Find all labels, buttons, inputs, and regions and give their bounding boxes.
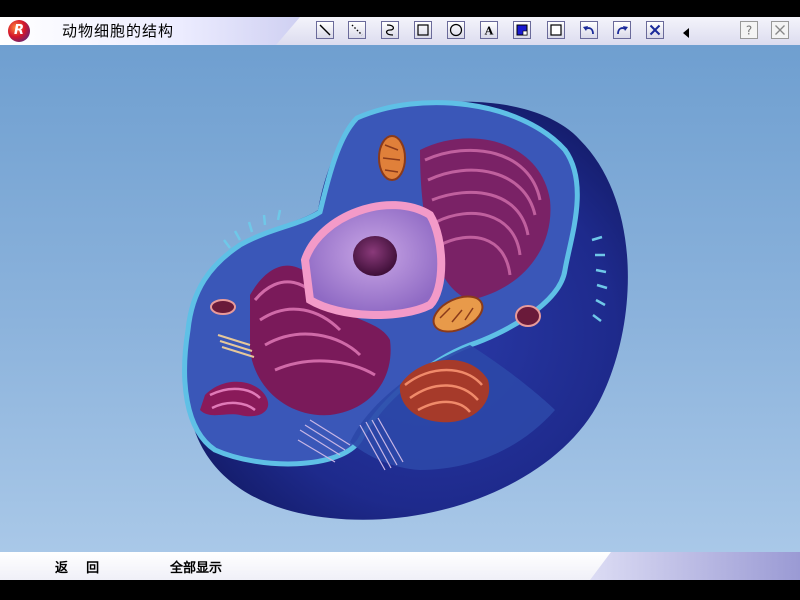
show-all-button[interactable]: 全部显示 — [170, 557, 222, 576]
dotted-line-tool-icon — [351, 24, 363, 36]
fill-color-tool-icon — [516, 24, 528, 36]
logo-letter: R — [13, 23, 24, 38]
freehand-tool-icon — [385, 24, 395, 36]
text-tool-icon: A — [484, 25, 494, 38]
text-tool-button[interactable]: A — [480, 21, 498, 39]
bottom-decoration — [590, 552, 800, 580]
slide-canvas — [0, 45, 800, 552]
close-button[interactable] — [771, 21, 789, 39]
clear-button[interactable] — [646, 21, 664, 39]
window-title: 动物细胞的结构 — [62, 22, 175, 40]
ellipse-tool-button[interactable] — [447, 21, 465, 39]
help-glyph: ? — [746, 24, 752, 38]
back-button[interactable]: 返 回 — [55, 557, 99, 576]
ellipse-tool-icon — [449, 23, 463, 37]
undo-icon — [583, 26, 594, 35]
help-button[interactable]: ? — [740, 21, 758, 39]
fill-color-tool-button[interactable] — [513, 21, 531, 39]
collapse-toolbar-button[interactable] — [681, 24, 691, 43]
top-black-band — [0, 0, 800, 17]
redo-button[interactable] — [613, 21, 631, 39]
text-tool-glyph: A — [484, 25, 494, 38]
square-outline-tool-button[interactable] — [547, 21, 565, 39]
dotted-line-tool-button[interactable] — [348, 21, 366, 39]
undo-button[interactable] — [580, 21, 598, 39]
line-tool-button[interactable] — [316, 21, 334, 39]
rectangle-tool-button[interactable] — [414, 21, 432, 39]
redo-icon — [617, 26, 628, 35]
clear-icon — [649, 24, 661, 36]
help-icon: ? — [746, 24, 752, 38]
rectangle-tool-icon — [417, 24, 429, 36]
close-icon — [775, 25, 785, 35]
nucleolus — [353, 236, 397, 276]
freehand-tool-button[interactable] — [381, 21, 399, 39]
square-outline-tool-icon — [550, 24, 562, 36]
bottom-nav-bar: 返 回 全部显示 — [0, 552, 800, 580]
app-logo-icon: R — [8, 20, 30, 42]
bottom-black-band — [0, 580, 800, 600]
collapse-arrow-icon — [683, 28, 689, 38]
line-tool-icon — [319, 24, 331, 36]
title-bar: R 动物细胞的结构 A ? — [0, 17, 800, 46]
animal-cell-illustration — [182, 100, 628, 520]
